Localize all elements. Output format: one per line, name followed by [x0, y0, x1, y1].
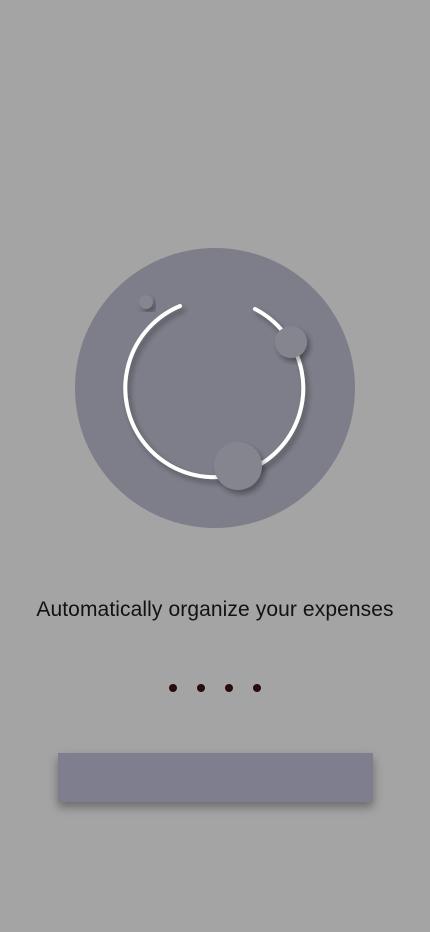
page-indicator-dot[interactable]	[197, 684, 205, 692]
continue-button[interactable]	[58, 753, 373, 802]
page-indicator-dot[interactable]	[253, 684, 261, 692]
onboarding-illustration	[75, 248, 355, 528]
illustration-backdrop-circle	[75, 248, 355, 528]
illustration-orb-bottom	[214, 442, 262, 490]
page-indicator-dot[interactable]	[169, 684, 177, 692]
illustration-orb-small	[139, 295, 153, 309]
page-indicator-dot[interactable]	[225, 684, 233, 692]
onboarding-tagline: Automatically organize your expenses	[36, 598, 394, 621]
illustration-orb-right	[275, 326, 307, 358]
page-indicator	[0, 684, 430, 692]
expense-organizer-illustration-icon	[75, 248, 355, 528]
